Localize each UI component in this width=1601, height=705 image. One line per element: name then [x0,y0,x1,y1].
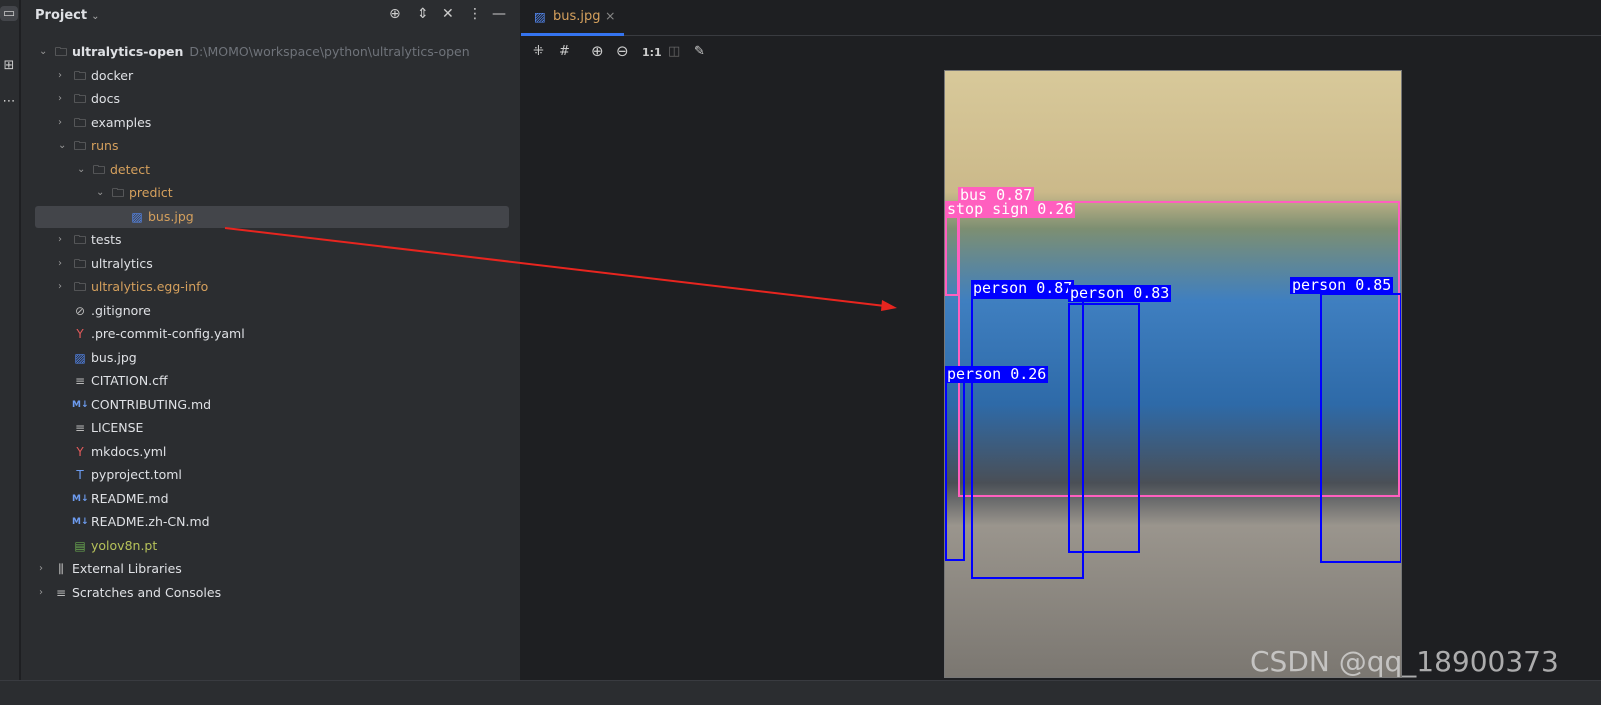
status-bar [0,680,1601,705]
annotation-arrow [224,227,897,311]
watermark: CSDN @qq_18900373 [1250,645,1559,678]
